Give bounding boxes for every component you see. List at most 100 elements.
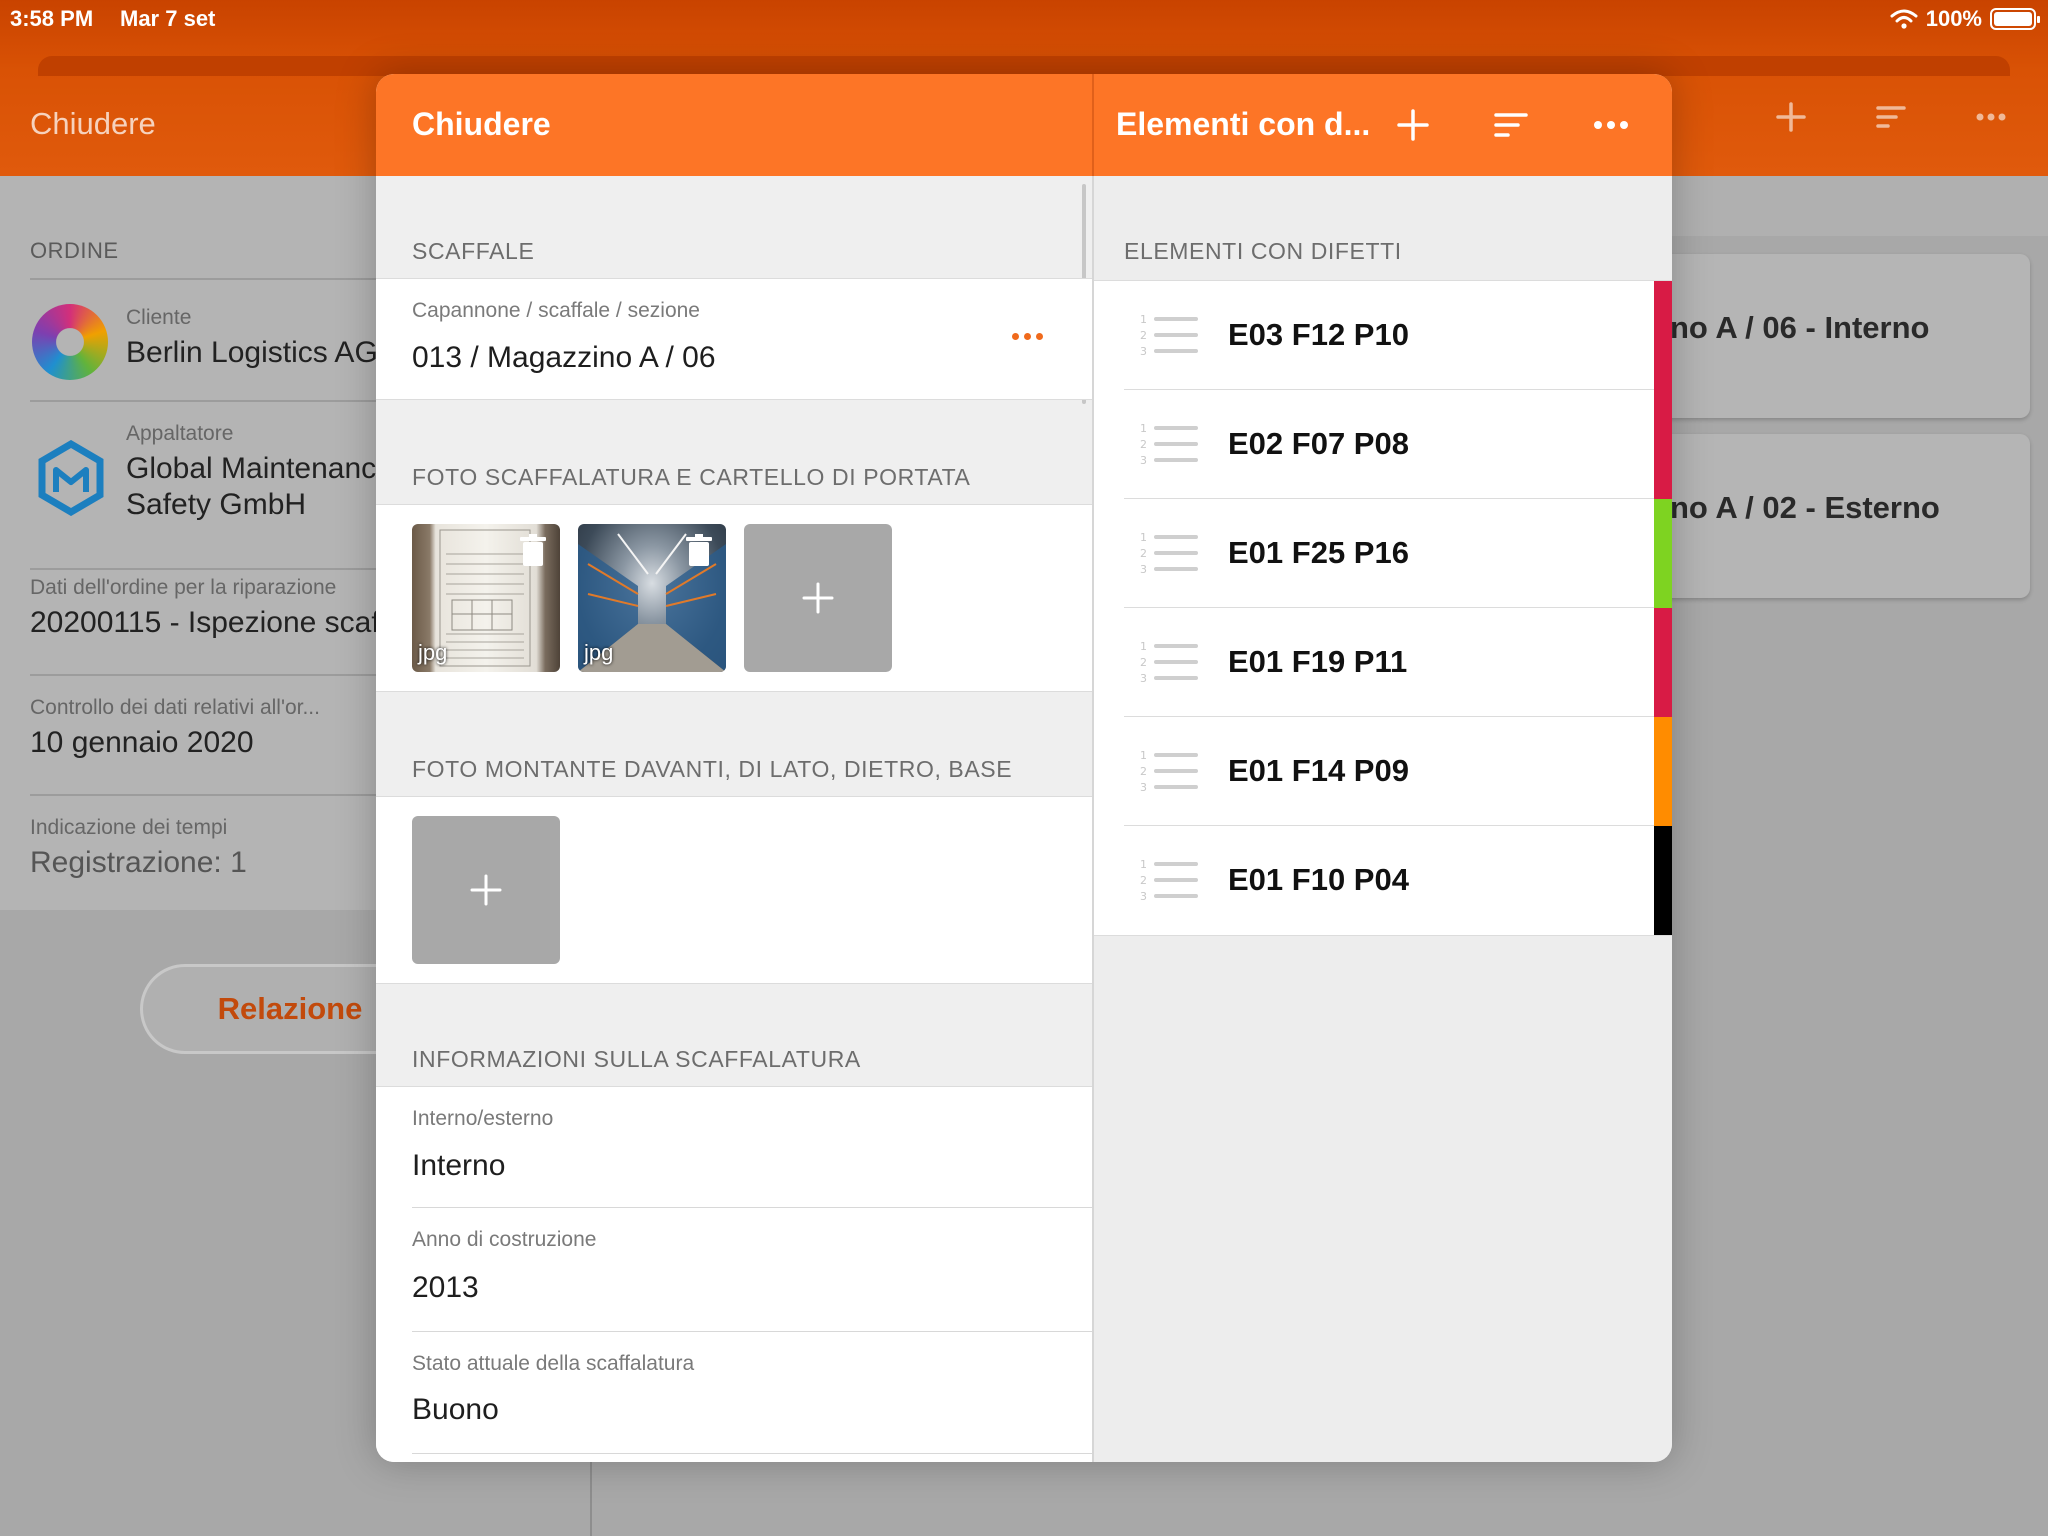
order-data-row[interactable]: Dati dell'ordine per la riparazione 2020… (30, 576, 480, 640)
numbered-list-icon: 1 2 3 (1140, 313, 1198, 358)
control-date-value: 10 gennaio 2020 (30, 726, 254, 759)
client-logo (32, 304, 108, 380)
order-data-label: Dati dell'ordine per la riparazione (30, 576, 337, 599)
svg-text:1: 1 (1140, 640, 1147, 653)
status-time: 3:58 PM (10, 6, 94, 31)
divider (1092, 74, 1094, 176)
background-strip (1670, 176, 2048, 236)
divider (30, 278, 380, 280)
defect-list-item[interactable]: 1 2 3 E02 F07 P08 (1094, 390, 1672, 499)
background-sheet-edge (38, 56, 2010, 76)
file-extension: jpg (418, 640, 448, 665)
background-card-label: no A / 02 - Esterno (1670, 490, 1940, 525)
shelf-field[interactable]: Capannone / scaffale / sezione 013 / Mag… (376, 278, 1092, 400)
photos-upright-block (376, 796, 1092, 984)
status-date: Mar 7 set (120, 6, 216, 31)
defect-list-item[interactable]: 1 2 3 E03 F12 P10 (1094, 281, 1672, 390)
sort-icon[interactable] (1488, 102, 1534, 148)
defect-list-item[interactable]: 1 2 3 E01 F19 P11 (1094, 608, 1672, 717)
sort-icon[interactable] (1874, 100, 1908, 134)
svg-text:3: 3 (1140, 454, 1147, 467)
svg-text:2: 2 (1140, 765, 1147, 778)
divider (30, 674, 380, 676)
background-card[interactable]: no A / 06 - Interno (1650, 254, 2030, 418)
status-bar: 3:58 PM Mar 7 set 100% (0, 0, 2048, 40)
client-label: Cliente (126, 306, 192, 329)
shelf-condition-label: Stato attuale della scaffalatura (412, 1352, 695, 1375)
shelf-field-value: 013 / Magazzino A / 06 (412, 341, 716, 374)
inside-outside-label: Interno/esterno (412, 1107, 554, 1130)
add-icon[interactable] (1390, 102, 1436, 148)
info-section-header: INFORMAZIONI SULLA SCAFFALATURA (412, 1046, 861, 1072)
defect-list-item[interactable]: 1 2 3 E01 F10 P04 (1094, 826, 1672, 935)
svg-text:1: 1 (1140, 313, 1147, 326)
svg-text:2: 2 (1140, 656, 1147, 669)
defect-list-item[interactable]: 1 2 3 E01 F25 P16 (1094, 499, 1672, 608)
photo-thumbnail[interactable]: jpg (412, 524, 560, 672)
svg-text:3: 3 (1140, 345, 1147, 358)
defect-list-item[interactable]: 1 2 3 E01 F14 P09 (1094, 717, 1672, 826)
background-close-button[interactable]: Chiudere (30, 106, 156, 142)
svg-text:2: 2 (1140, 874, 1147, 887)
severity-indicator (1654, 281, 1672, 390)
control-date-label: Controllo dei dati relativi all'or... (30, 696, 320, 719)
modal-sheet: Chiudere Elementi con d... SCAFFALE Capa… (376, 74, 1672, 1462)
more-icon[interactable] (1588, 102, 1634, 148)
client-value: Berlin Logistics AG (126, 336, 378, 369)
svg-text:2: 2 (1140, 329, 1147, 342)
timing-label: Indicazione dei tempi (30, 816, 228, 839)
add-photo-button[interactable] (412, 816, 560, 964)
shelf-field-label: Capannone / scaffale / sezione (412, 299, 700, 322)
control-date-row[interactable]: Controllo dei dati relativi all'or... 10… (30, 696, 380, 760)
timing-row[interactable]: Indicazione dei tempi Registrazione: 1 (30, 816, 380, 880)
inside-outside-value[interactable]: Interno (412, 1149, 505, 1183)
defects-title: Elementi con d... (1116, 106, 1371, 142)
battery-icon (1990, 8, 2040, 30)
contractor-value-line2: Safety GmbH (126, 488, 307, 521)
info-block: Interno/esterno Interno Anno di costruzi… (376, 1086, 1092, 1462)
trash-icon[interactable] (520, 534, 546, 568)
numbered-list-icon: 1 2 3 (1140, 858, 1198, 903)
severity-indicator (1654, 826, 1672, 935)
defect-label: E01 F25 P16 (1228, 535, 1409, 570)
wifi-icon (1890, 9, 1918, 29)
order-section-header: ORDINE (30, 238, 119, 263)
defect-label: E01 F10 P04 (1228, 862, 1409, 897)
defects-list: 1 2 3 E03 F12 P10 1 2 3 E02 F07 P08 1 2 3 E01 F25 P… (1094, 280, 1672, 936)
order-data-value: 20200115 - Ispezione scaffalature (30, 606, 480, 639)
divider (412, 1453, 1092, 1454)
svg-text:1: 1 (1140, 858, 1147, 871)
svg-text:3: 3 (1140, 781, 1147, 794)
divider (412, 1331, 1092, 1332)
background-card[interactable]: no A / 02 - Esterno (1650, 434, 2030, 598)
severity-indicator (1654, 390, 1672, 499)
more-icon[interactable] (1974, 100, 2008, 134)
battery-percent: 100% (1925, 6, 1982, 31)
photos-upright-header: FOTO MONTANTE DAVANTI, DI LATO, DIETRO, … (412, 756, 1013, 782)
contractor-row[interactable]: Appaltatore Global Maintenance Safety Gm… (126, 422, 393, 522)
photo-thumbnail[interactable]: jpg (578, 524, 726, 672)
divider (590, 1460, 592, 1536)
close-button[interactable]: Chiudere (412, 106, 551, 143)
svg-text:1: 1 (1140, 749, 1147, 762)
modal-header: Chiudere Elementi con d... (376, 74, 1672, 176)
divider (412, 1207, 1092, 1208)
shelf-condition-value[interactable]: Buono (412, 1393, 499, 1427)
divider (30, 400, 380, 402)
add-photo-button[interactable] (744, 524, 892, 672)
svg-text:3: 3 (1140, 563, 1147, 576)
contractor-logo (38, 440, 104, 516)
construction-year-label: Anno di costruzione (412, 1228, 597, 1251)
contractor-value: Global Maintenance (126, 452, 393, 485)
background-order-panel: ORDINE Cliente Berlin Logistics AG Appal… (0, 176, 480, 910)
client-row[interactable]: Cliente Berlin Logistics AG (126, 306, 380, 370)
defect-label: E01 F14 P09 (1228, 753, 1409, 788)
background-card-label: no A / 06 - Interno (1670, 310, 1930, 345)
construction-year-value[interactable]: 2013 (412, 1271, 479, 1305)
more-icon[interactable] (1012, 329, 1048, 343)
svg-text:1: 1 (1140, 422, 1147, 435)
svg-text:2: 2 (1140, 438, 1147, 451)
trash-icon[interactable] (686, 534, 712, 568)
plus-icon (802, 582, 834, 614)
plus-icon[interactable] (1774, 100, 1808, 134)
